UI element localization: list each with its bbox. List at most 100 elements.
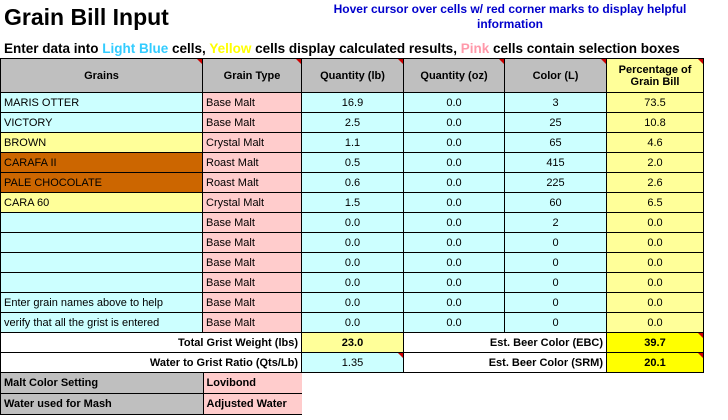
grain-type-select[interactable]: Base Malt xyxy=(202,292,302,313)
grain-name-input[interactable]: PALE CHOCOLATE xyxy=(0,172,203,193)
instr-yellow: Yellow xyxy=(209,41,252,56)
header-grains: Grains xyxy=(0,58,203,93)
grain-name-input[interactable]: Enter grain names above to help xyxy=(0,292,203,313)
grain-type-select[interactable]: Base Malt xyxy=(202,92,302,113)
color-input[interactable]: 0 xyxy=(504,292,607,313)
grain-name-input[interactable] xyxy=(0,232,203,253)
percentage-value: 0.0 xyxy=(606,272,704,293)
malt-color-setting-label: Malt Color Setting xyxy=(1,373,204,393)
grain-row: BROWN Crystal Malt 1.1 0.0 65 4.6 xyxy=(0,132,704,153)
hover-hint: Hover cursor over cells w/ red corner ma… xyxy=(333,2,687,31)
total-grist-label: Total Grist Weight (lbs) xyxy=(0,332,302,353)
srm-label: Est. Beer Color (SRM) xyxy=(403,352,607,373)
grain-type-select[interactable]: Base Malt xyxy=(202,252,302,273)
qty-lb-input[interactable]: 0.6 xyxy=(301,172,404,193)
header-percentage: Percentage of Grain Bill xyxy=(606,58,704,93)
percentage-value: 0.0 xyxy=(606,292,704,313)
percentage-value: 6.5 xyxy=(606,192,704,213)
qty-oz-input[interactable]: 0.0 xyxy=(403,252,505,273)
color-input[interactable]: 0 xyxy=(504,312,607,333)
color-input[interactable]: 60 xyxy=(504,192,607,213)
water-mash-label: Water used for Mash xyxy=(1,394,204,414)
grain-row: Base Malt 0.0 0.0 0 0.0 xyxy=(0,232,704,253)
qty-oz-input[interactable]: 0.0 xyxy=(403,212,505,233)
grain-row: MARIS OTTER Base Malt 16.9 0.0 3 73.5 xyxy=(0,92,704,113)
grain-type-select[interactable]: Crystal Malt xyxy=(202,192,302,213)
color-input[interactable]: 0 xyxy=(504,232,607,253)
percentage-value: 4.6 xyxy=(606,132,704,153)
qty-oz-input[interactable]: 0.0 xyxy=(403,172,505,193)
grain-bill-table: Grains Grain Type Quantity (lb) Quantity… xyxy=(0,58,704,415)
color-input[interactable]: 225 xyxy=(504,172,607,193)
header-qty-lb: Quantity (lb) xyxy=(301,58,404,93)
grain-row: Base Malt 0.0 0.0 0 0.0 xyxy=(0,252,704,273)
grain-type-select[interactable]: Crystal Malt xyxy=(202,132,302,153)
qty-oz-input[interactable]: 0.0 xyxy=(403,232,505,253)
ratio-label: Water to Grist Ratio (Qts/Lb) xyxy=(0,352,302,373)
percentage-value: 0.0 xyxy=(606,312,704,333)
qty-oz-input[interactable]: 0.0 xyxy=(403,272,505,293)
qty-lb-input[interactable]: 1.5 xyxy=(301,192,404,213)
qty-lb-input[interactable]: 0.0 xyxy=(301,232,404,253)
qty-lb-input[interactable]: 0.0 xyxy=(301,252,404,273)
grain-name-input[interactable]: BROWN xyxy=(0,132,203,153)
grain-type-select[interactable]: Roast Malt xyxy=(202,152,302,173)
grain-name-input[interactable] xyxy=(0,272,203,293)
grain-name-input[interactable]: CARA 60 xyxy=(0,192,203,213)
qty-lb-input[interactable]: 2.5 xyxy=(301,112,404,133)
qty-oz-input[interactable]: 0.0 xyxy=(403,92,505,113)
header-grain-type: Grain Type xyxy=(202,58,302,93)
instr-text-4: cells contain selection boxes xyxy=(489,41,680,56)
percentage-value: 10.8 xyxy=(606,112,704,133)
header-qty-oz: Quantity (oz) xyxy=(403,58,505,93)
grain-type-select[interactable]: Base Malt xyxy=(202,232,302,253)
grain-name-input[interactable]: verify that all the grist is entered xyxy=(0,312,203,333)
qty-oz-input[interactable]: 0.0 xyxy=(403,192,505,213)
grain-row: Enter grain names above to help Base Malt… xyxy=(0,292,704,313)
grain-row: Base Malt 0.0 0.0 2 0.0 xyxy=(0,212,704,233)
qty-lb-input[interactable]: 1.1 xyxy=(301,132,404,153)
malt-color-setting-select[interactable]: Lovibond xyxy=(203,373,302,393)
qty-lb-input[interactable]: 0.5 xyxy=(301,152,404,173)
qty-oz-input[interactable]: 0.0 xyxy=(403,152,505,173)
qty-oz-input[interactable]: 0.0 xyxy=(403,312,505,333)
grain-name-input[interactable] xyxy=(0,252,203,273)
ebc-label: Est. Beer Color (EBC) xyxy=(403,332,607,353)
instr-light-blue: Light Blue xyxy=(102,41,169,56)
color-input[interactable]: 415 xyxy=(504,152,607,173)
header-color: Color (L) xyxy=(504,58,607,93)
color-input[interactable]: 0 xyxy=(504,252,607,273)
percentage-value: 0.0 xyxy=(606,252,704,273)
instr-text-2: cells, xyxy=(168,41,210,56)
color-input[interactable]: 65 xyxy=(504,132,607,153)
qty-lb-input[interactable]: 0.0 xyxy=(301,292,404,313)
grain-type-select[interactable]: Roast Malt xyxy=(202,172,302,193)
color-input[interactable]: 25 xyxy=(504,112,607,133)
qty-lb-input[interactable]: 0.0 xyxy=(301,272,404,293)
water-mash-select[interactable]: Adjusted Water xyxy=(203,394,302,414)
grain-name-input[interactable]: VICTORY xyxy=(0,112,203,133)
grain-row: CARAFA II Roast Malt 0.5 0.0 415 2.0 xyxy=(0,152,704,173)
grain-type-select[interactable]: Base Malt xyxy=(202,112,302,133)
total-grist-value: 23.0 xyxy=(301,332,404,353)
grain-type-select[interactable]: Base Malt xyxy=(202,312,302,333)
percentage-value: 0.0 xyxy=(606,212,704,233)
qty-oz-input[interactable]: 0.0 xyxy=(403,132,505,153)
grain-type-select[interactable]: Base Malt xyxy=(202,272,302,293)
qty-oz-input[interactable]: 0.0 xyxy=(403,112,505,133)
color-input[interactable]: 2 xyxy=(504,212,607,233)
percentage-value: 2.6 xyxy=(606,172,704,193)
grain-row: Base Malt 0.0 0.0 0 0.0 xyxy=(0,272,704,293)
color-input[interactable]: 0 xyxy=(504,272,607,293)
qty-lb-input[interactable]: 16.9 xyxy=(301,92,404,113)
qty-lb-input[interactable]: 0.0 xyxy=(301,212,404,233)
ratio-input[interactable]: 1.35 xyxy=(301,352,404,373)
grain-name-input[interactable]: CARAFA II xyxy=(0,152,203,173)
grain-type-select[interactable]: Base Malt xyxy=(202,212,302,233)
qty-oz-input[interactable]: 0.0 xyxy=(403,292,505,313)
grain-name-input[interactable]: MARIS OTTER xyxy=(0,92,203,113)
color-input[interactable]: 3 xyxy=(504,92,607,113)
qty-lb-input[interactable]: 0.0 xyxy=(301,312,404,333)
grain-name-input[interactable] xyxy=(0,212,203,233)
page-title: Grain Bill Input xyxy=(4,4,169,30)
